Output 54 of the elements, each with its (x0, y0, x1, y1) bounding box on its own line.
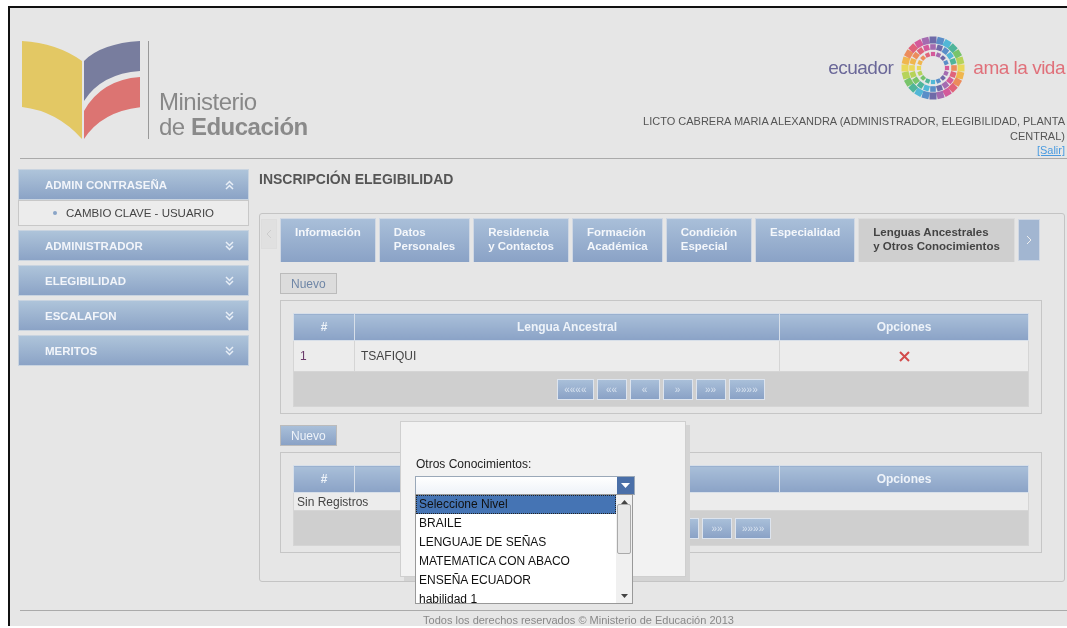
pager-button[interactable]: «« (596, 378, 627, 400)
dropdown-option[interactable]: habilidad 1 (416, 590, 616, 603)
book-logo-icon (22, 41, 140, 139)
column-header: Opciones (779, 465, 1029, 493)
chevron-icon (225, 240, 234, 251)
table-cell: TSAFIQUI (354, 340, 780, 372)
dropdown-field[interactable] (415, 476, 635, 495)
column-header: # (293, 465, 355, 493)
chevron-icon (225, 179, 234, 190)
column-header: # (293, 313, 355, 341)
bullet-icon (53, 211, 57, 215)
column-header: Opciones (779, 313, 1029, 341)
tab[interactable]: Datos Personales (378, 218, 471, 262)
chevron-icon (225, 345, 234, 356)
tab[interactable]: Especialidad (754, 218, 856, 262)
pager-button[interactable]: »»»» (728, 378, 765, 400)
pager-button[interactable]: »» (695, 378, 726, 400)
pager-button[interactable]: «««« (557, 378, 594, 400)
tab[interactable]: Información (280, 218, 376, 262)
brand-text: ecuador (828, 57, 894, 79)
sidebar-section[interactable]: ELEGIBILIDAD (18, 265, 249, 296)
chevron-icon (225, 310, 234, 321)
scroll-down-icon[interactable] (620, 594, 628, 598)
sidebar-section[interactable]: ESCALAFON (18, 300, 249, 331)
chevron-icon (225, 275, 234, 286)
sidebar-section[interactable]: ADMINISTRADOR (18, 230, 249, 261)
column-header: Lengua Ancestral (354, 313, 780, 341)
pager-button[interactable]: »» (702, 517, 732, 539)
dropdown-option[interactable]: BRAILE (416, 514, 616, 533)
page-title: INSCRIPCIÓN ELEGIBILIDAD (259, 171, 455, 189)
dropdown-option[interactable]: LENGUAJE DE SEÑAS (416, 533, 616, 552)
field-label: Otros Conocimientos: (416, 457, 532, 471)
tab[interactable]: Condición Especial (665, 218, 752, 262)
pager-button[interactable]: « (629, 378, 660, 400)
sidebar-section[interactable]: ADMIN CONTRASEÑA (18, 169, 249, 200)
pager-button[interactable]: » (662, 378, 693, 400)
logout-link[interactable]: [Salir] (1036, 144, 1065, 156)
dropdown-option[interactable]: Seleccione Nivel (416, 495, 616, 514)
user-info: LICTO CABRERA MARIA ALEXANDRA (ADMINISTRADOR, ELEGIBILIDAD, PLANTA CENTRAL) (642, 114, 1065, 144)
dropdown-option[interactable]: MATEMATICA CON ABACO (416, 552, 616, 571)
footer-text: Todos los derechos reservados © Ministerio de Educación 2013 (20, 610, 1067, 626)
table-cell: 1 (293, 340, 355, 372)
dropdown-option[interactable]: ENSEÑA ECUADOR (416, 571, 616, 590)
new-button[interactable]: Nuevo (280, 425, 337, 446)
tab[interactable]: Lenguas Ancestrales y Otros Conocimientos (858, 218, 1015, 262)
sidebar-section[interactable]: MERITOS (18, 335, 249, 366)
chevron-right-icon (1026, 236, 1032, 244)
pager-button[interactable]: »»»» (735, 517, 772, 539)
ministry-logo-text: Ministerio de Educación (148, 41, 308, 139)
delete-icon[interactable] (898, 351, 910, 363)
tab[interactable]: Residencia y Contactos (473, 218, 569, 262)
tab[interactable]: Formación Académica (572, 218, 663, 262)
scrollbar[interactable] (616, 495, 632, 603)
brand-slogan: ama la vida (973, 57, 1065, 79)
